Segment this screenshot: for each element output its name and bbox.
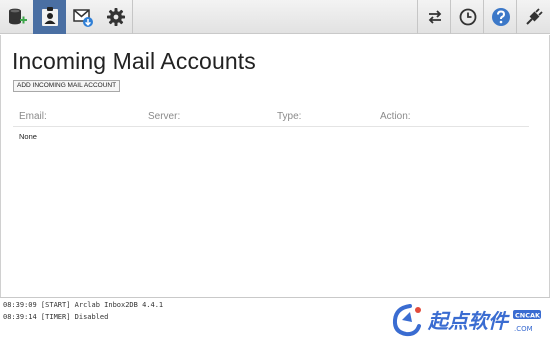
empty-list-text: None (19, 132, 37, 141)
watermark-logo: 起点软件 CNCAK .COM (388, 300, 546, 340)
help-button[interactable] (484, 0, 517, 34)
accounts-button[interactable] (33, 0, 66, 34)
help-icon (490, 6, 512, 28)
database-button[interactable] (0, 0, 33, 34)
main-panel: Incoming Mail Accounts ADD INCOMING MAIL… (0, 35, 550, 297)
transfer-arrows-icon (426, 8, 444, 26)
page-title: Incoming Mail Accounts (12, 48, 256, 74)
mail-download-icon (72, 6, 94, 28)
user-account-icon (39, 6, 61, 28)
add-incoming-mail-account-button[interactable]: ADD INCOMING MAIL ACCOUNT (13, 80, 121, 92)
log-line: 08:39:14 [TIMER] Disabled (3, 313, 109, 321)
plug-icon (524, 7, 544, 27)
svg-text:CNCAK: CNCAK (515, 312, 541, 320)
svg-text:起点软件: 起点软件 (427, 309, 510, 333)
database-add-icon (6, 6, 28, 28)
column-header-type: Type: (277, 111, 302, 122)
connection-button[interactable] (517, 0, 550, 34)
mail-download-button[interactable] (66, 0, 99, 34)
toolbar (0, 0, 550, 34)
column-header-server: Server: (148, 111, 181, 122)
schedule-button[interactable] (451, 0, 484, 34)
header-divider (13, 126, 529, 127)
log-line: 08:39:09 [START] Arclab Inbox2DB 4.4.1 (3, 301, 164, 309)
settings-button[interactable] (99, 0, 132, 34)
column-header-email: Email: (19, 111, 47, 122)
clock-icon (458, 7, 478, 27)
column-header-action: Action: (380, 111, 411, 122)
toolbar-separator (132, 0, 133, 34)
gear-icon (106, 7, 126, 27)
transfer-button[interactable] (418, 0, 451, 34)
svg-text:.COM: .COM (514, 325, 533, 333)
